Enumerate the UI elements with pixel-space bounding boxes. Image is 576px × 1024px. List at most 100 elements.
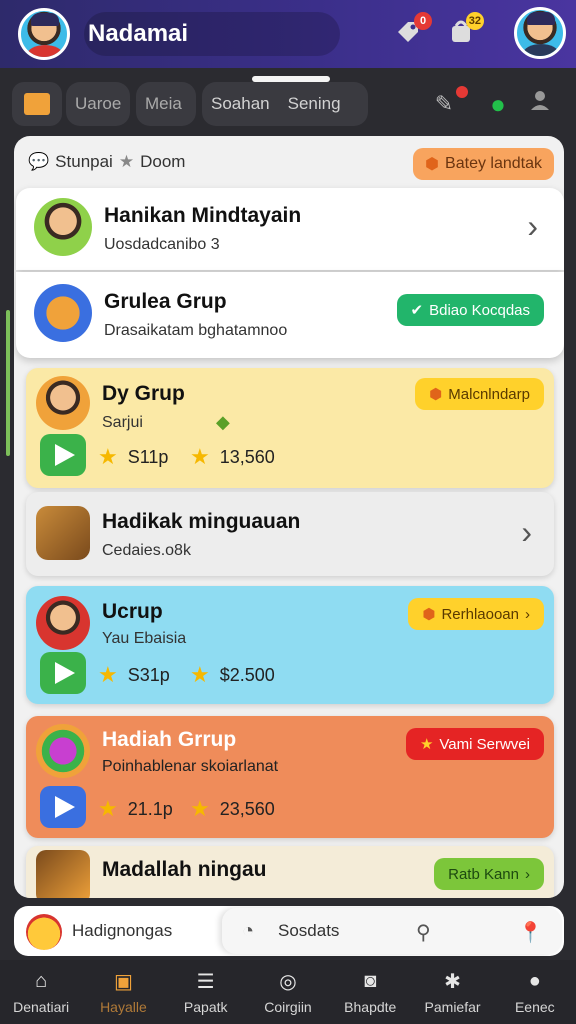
chat-icon: 💬 <box>28 152 50 171</box>
nav-game[interactable]: ✱ Pamiefar <box>411 960 493 1024</box>
group-panel: 💬 Stunpai ★ Doom ⬢ Batey landtak Hanikan… <box>14 136 564 898</box>
join-button[interactable]: ✔ Bdiao Kocqdas <box>396 294 544 326</box>
panel-heading-text: Stunpai <box>55 152 113 171</box>
star-icon: ★ <box>190 444 210 469</box>
group-card[interactable]: Madallah ningau Ratb Kann › <box>26 846 554 898</box>
count-badge: 32 <box>465 12 484 30</box>
panel-heading: 💬 Stunpai ★ Doom <box>28 152 185 172</box>
folder-icon[interactable] <box>12 82 62 126</box>
play-icon[interactable] <box>40 434 86 476</box>
group-action-button[interactable]: ⬢ Rerhlaooan › <box>408 598 544 630</box>
group-title: Hadikak minguauan <box>102 510 301 533</box>
list-item[interactable]: Hanikan Mindtayain Uosdadcanibo 3 › <box>16 188 564 270</box>
badge-icon: ⬢ <box>422 606 436 623</box>
group-stat: ★ S11p <box>98 444 168 470</box>
nav-active[interactable]: ▣ Hayalle <box>82 960 164 1024</box>
nav-list[interactable]: ☰ Papatk <box>165 960 247 1024</box>
group-avatar <box>36 596 90 650</box>
star-icon: ★ <box>98 796 118 821</box>
group-stat: ★ S31p <box>98 662 170 688</box>
group-card[interactable]: Ucrup Yau Ebaisia ⬢ Rerhlaooan › ★ S31p … <box>26 586 554 704</box>
person-icon: ● <box>528 969 541 992</box>
group-title: Hadiah Grrup <box>102 728 237 751</box>
group-subtitle: Cedaies.o8k <box>102 542 191 559</box>
group-action-label: Vami Serwvei <box>439 735 530 753</box>
nav-label: Denatiari <box>13 999 70 1015</box>
star-icon: ★ <box>98 444 118 469</box>
status-online-icon[interactable]: ● <box>482 88 514 120</box>
tab-uaroe[interactable]: Uaroe <box>66 82 130 126</box>
bag-icon[interactable]: 32 <box>444 12 484 50</box>
group-title: Madallah ningau <box>102 858 267 881</box>
group-subtitle: Sarjui <box>102 414 143 431</box>
game-icon: ▣ <box>113 970 133 993</box>
group-action-button[interactable]: ⬢ Malcnlndarp <box>415 378 544 410</box>
group-avatar <box>36 850 90 898</box>
item-subtitle: Uosdadcanibo 3 <box>104 236 220 253</box>
user-avatar[interactable] <box>514 7 566 59</box>
item-title: Grulea Grup <box>104 290 227 313</box>
pin-icon[interactable]: 📍 <box>518 920 543 945</box>
play-icon[interactable] <box>40 652 86 694</box>
group-stat: ★ 13,560 <box>190 444 275 470</box>
person-icon[interactable] <box>524 88 556 120</box>
pen-icon[interactable]: ✎ <box>428 86 468 120</box>
group-action-button[interactable]: Ratb Kann › <box>434 858 544 890</box>
group-card[interactable]: Hadiah Grrup Poinhablenar skoiarlanat ★ … <box>26 716 554 838</box>
group-title: Ucrup <box>102 600 163 623</box>
tab-label: Meia <box>145 94 182 113</box>
nav-label: Papatk <box>183 999 228 1015</box>
item-title: Hanikan Mindtayain <box>104 204 302 227</box>
stat-value: 23,560 <box>219 798 275 819</box>
search-placeholder: Sosdats <box>278 921 340 940</box>
tag-icon[interactable]: 0 <box>392 12 432 50</box>
star-icon: ★ <box>190 796 210 821</box>
group-avatar <box>36 724 90 778</box>
scroll-indicator <box>6 310 10 456</box>
chevron-right-icon[interactable]: › <box>527 208 538 245</box>
tab-label: Uaroe <box>75 94 122 113</box>
target-icon: ◎ <box>279 970 297 993</box>
stat-value: S11p <box>127 446 169 467</box>
group-stat: ★ 23,560 <box>190 796 275 822</box>
nav-profile[interactable]: ● Eenec <box>494 960 576 1024</box>
stat-value: S31p <box>127 664 170 685</box>
tab-meia[interactable]: Meia <box>136 82 196 126</box>
list-icon: ☰ <box>196 970 215 993</box>
group-action-label: Rerhlaooan <box>441 605 519 623</box>
nav-camera[interactable]: ◙ Bhapdte <box>329 960 411 1024</box>
camera-icon: ◙ <box>364 969 377 992</box>
group-card[interactable]: Hadikak minguauan Cedaies.o8k › <box>26 492 554 576</box>
star-icon: ★ <box>98 662 118 687</box>
link-icon[interactable]: ⚲ <box>416 920 431 945</box>
tab-soahan[interactable]: Soahan <box>202 94 279 114</box>
list-item[interactable]: Grulea Grup Drasaikatam bghatamnoo ✔ Bdi… <box>16 272 564 358</box>
group-action-label: Malcnlndarp <box>448 385 530 403</box>
star-icon: ★ <box>118 152 135 171</box>
item-subtitle: Drasaikatam bghatamnoo <box>104 322 288 339</box>
panel-chip-label: Batey landtak <box>445 155 542 172</box>
group-avatar <box>36 376 90 430</box>
tab-sening[interactable]: Sening <box>279 94 350 114</box>
nav-target[interactable]: ◎ Coirgiin <box>247 960 329 1024</box>
nav-label: Pamiefar <box>424 999 481 1015</box>
group-action-label: Ratb Kann <box>448 865 519 883</box>
panel-header: 💬 Stunpai ★ Doom ⬢ Batey landtak <box>14 136 564 188</box>
profile-avatar[interactable] <box>18 8 70 60</box>
group-action-button[interactable]: ★ Vami Serwvei <box>405 728 544 760</box>
leaf-icon: ◆ <box>216 412 230 432</box>
nav-home[interactable]: ⌂ Denatiari <box>0 960 82 1024</box>
stat-value: 13,560 <box>219 446 275 467</box>
search-icon: ◔ <box>242 920 255 942</box>
panel-chip-button[interactable]: ⬢ Batey landtak <box>413 148 554 180</box>
group-card[interactable]: Dy Grup Sarjui ◆ ⬢ Malcnlndarp ★ S11p ★ … <box>26 368 554 488</box>
chevron-right-icon: › <box>525 865 530 883</box>
emoji-icon[interactable] <box>26 914 62 950</box>
app-title: Nadamai <box>84 12 340 56</box>
play-icon[interactable] <box>40 786 86 828</box>
search-category[interactable]: Hadignongas <box>72 921 172 941</box>
group-avatar <box>34 284 92 342</box>
search-input[interactable]: ◔ Sosdats ⚲ 📍 <box>222 908 562 954</box>
chevron-right-icon[interactable]: › <box>521 514 532 551</box>
badge-icon: ⬢ <box>425 156 440 173</box>
